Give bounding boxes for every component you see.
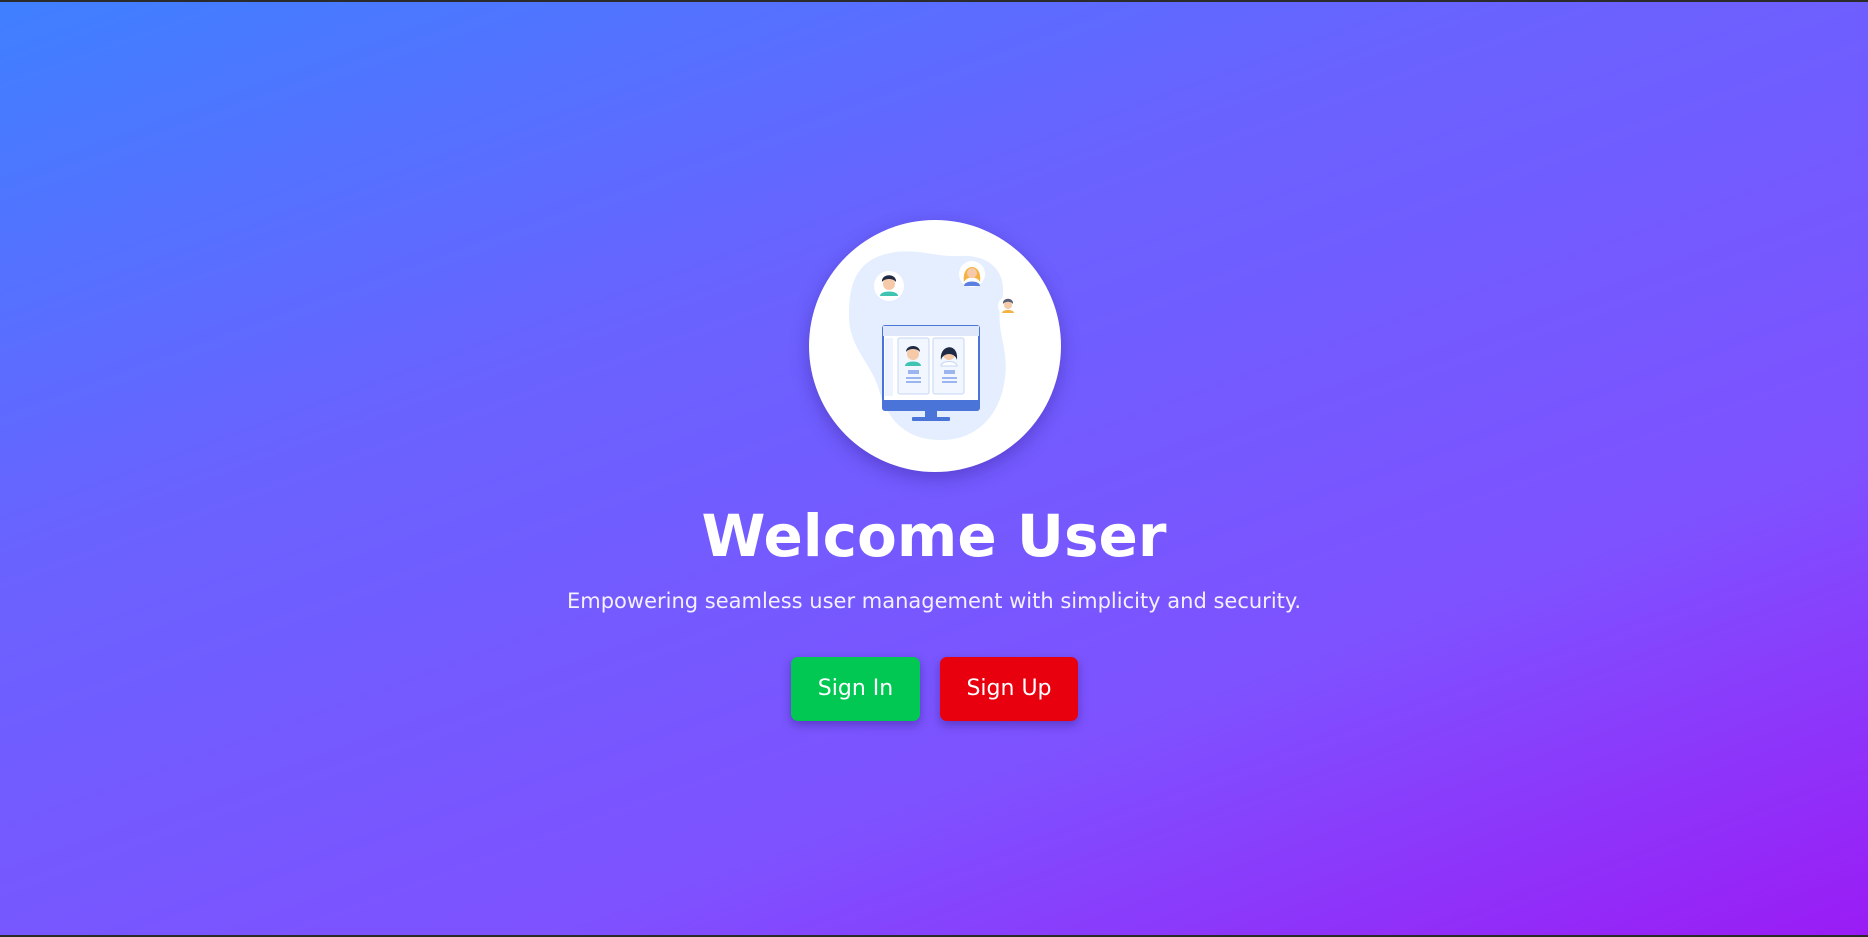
sign-up-button[interactable]: Sign Up (940, 657, 1078, 721)
auth-actions: Sign In Sign Up (0, 657, 1868, 723)
landing-page: Welcome User Empowering seamless user ma… (0, 2, 1868, 935)
sign-in-button[interactable]: Sign In (791, 657, 920, 721)
user-management-illustration-icon (809, 220, 1061, 472)
page-subtitle: Empowering seamless user management with… (567, 589, 1301, 613)
hero-section: Welcome User Empowering seamless user ma… (0, 2, 1868, 935)
page-title: Welcome User (701, 502, 1167, 570)
